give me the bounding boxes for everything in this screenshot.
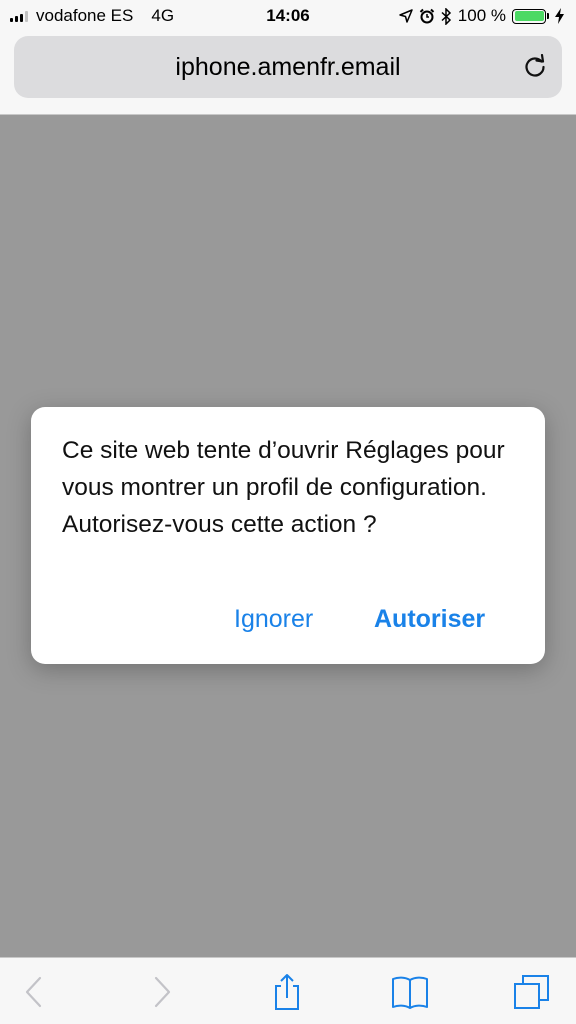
battery-tip bbox=[547, 13, 549, 19]
battery-percent: 100 % bbox=[457, 6, 506, 25]
back-icon[interactable] bbox=[14, 972, 54, 1012]
location-icon bbox=[399, 9, 413, 23]
address-field[interactable]: iphone.amenfr.email bbox=[14, 36, 562, 98]
battery-icon bbox=[512, 8, 546, 24]
bottom-toolbar bbox=[0, 957, 576, 1024]
reload-icon[interactable] bbox=[522, 54, 548, 80]
tabs-icon[interactable] bbox=[512, 972, 552, 1012]
status-bar: vodafone ES 4G 14:06 100 % bbox=[0, 0, 576, 32]
status-right: 100 % bbox=[399, 6, 564, 26]
alarm-icon bbox=[419, 8, 435, 24]
url-text[interactable]: iphone.amenfr.email bbox=[14, 53, 562, 82]
address-bar-area: iphone.amenfr.email bbox=[0, 32, 576, 115]
forward-icon[interactable] bbox=[142, 972, 182, 1012]
alert-dialog: Ce site web tente d’ouvrir Réglages pour… bbox=[31, 407, 545, 664]
screen: vodafone ES 4G 14:06 100 % iphone.amenfr… bbox=[0, 0, 576, 1024]
bluetooth-icon bbox=[441, 7, 451, 25]
share-icon[interactable] bbox=[267, 972, 307, 1012]
alert-message: Ce site web tente d’ouvrir Réglages pour… bbox=[62, 437, 505, 538]
allow-button[interactable]: Autoriser bbox=[374, 603, 485, 635]
bookmarks-icon[interactable] bbox=[390, 972, 430, 1012]
battery-fill bbox=[514, 11, 544, 21]
ignore-button[interactable]: Ignorer bbox=[234, 603, 313, 635]
charging-bolt-icon bbox=[555, 8, 564, 24]
